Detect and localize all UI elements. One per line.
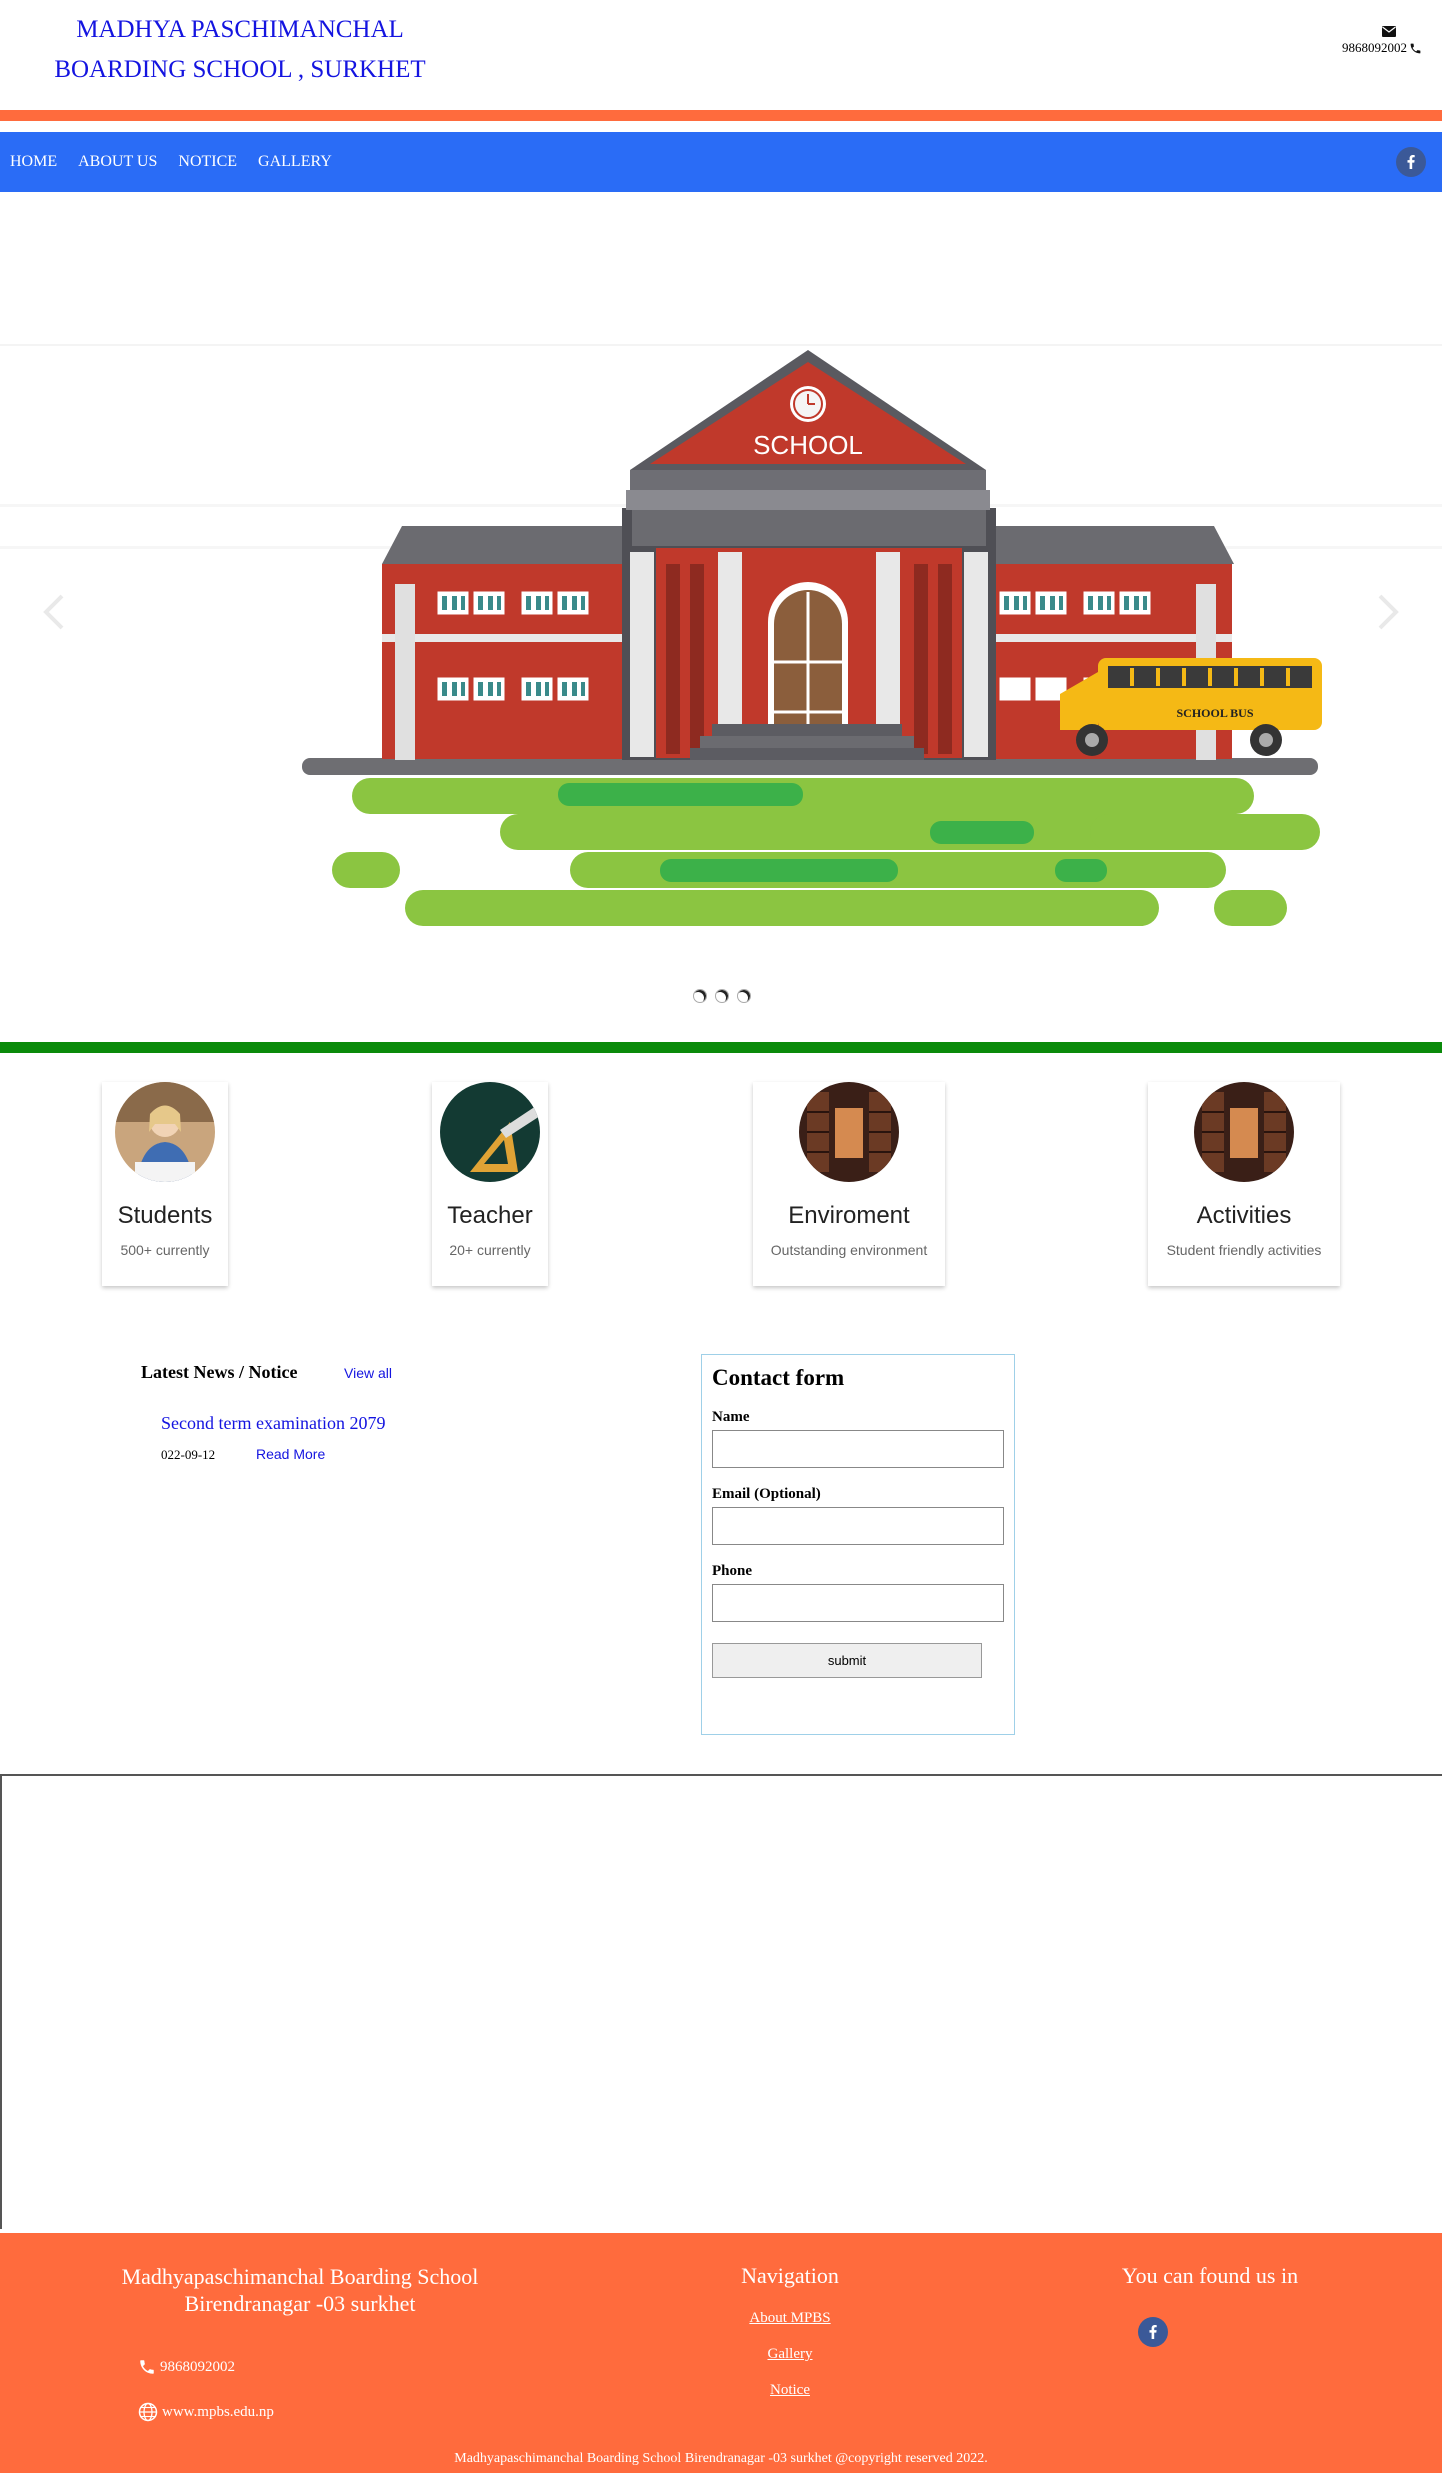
- phone-label: Phone: [712, 1563, 753, 1579]
- card-subtitle: Outstanding environment: [770, 1242, 928, 1258]
- news-item-title[interactable]: Second term examination 2079: [161, 1413, 385, 1434]
- hero-carousel[interactable]: SCHOOL SCHOOL BUS: [0, 192, 1442, 1042]
- footer-phone: 9868092002: [160, 2358, 235, 2375]
- carousel-next-button[interactable]: [1366, 592, 1406, 632]
- header-phone: 9868092002: [1342, 40, 1407, 55]
- main-navbar: HOME ABOUT US NOTICE GALLERY: [0, 132, 1442, 192]
- carousel-prev-button[interactable]: [36, 592, 76, 632]
- header-accent-bar: [0, 110, 1442, 121]
- facebook-icon: [1149, 2325, 1157, 2339]
- site-footer: Madhyapaschimanchal Boarding School Bire…: [0, 2233, 1442, 2473]
- footer-link-about[interactable]: About MPBS: [690, 2310, 890, 2327]
- footer-nav-title: Navigation: [741, 2263, 839, 2288]
- nav-facebook-button[interactable]: [1396, 147, 1426, 177]
- card-teacher: Teacher 20+ currently: [432, 1082, 548, 1286]
- phone-icon: [140, 2360, 154, 2374]
- school-name-line2: BOARDING SCHOOL , SURKHET: [54, 56, 426, 83]
- name-field[interactable]: [712, 1430, 1004, 1468]
- card-students: Students 500+ currently: [102, 1082, 228, 1286]
- nav-gallery[interactable]: GALLERY: [258, 153, 332, 171]
- card-title: Enviroment: [788, 1202, 910, 1229]
- chevron-right-icon: [1378, 594, 1399, 630]
- card-activities: Activities Student friendly activities: [1148, 1082, 1340, 1286]
- contact-form: Contact form Name Email (Optional) Phone…: [701, 1354, 1015, 1735]
- card-subtitle: 500+ currently: [120, 1242, 210, 1258]
- environment-avatar: [799, 1082, 899, 1182]
- news-item-date: 022-09-12: [161, 1447, 216, 1462]
- news-heading: Latest News / Notice: [141, 1362, 298, 1382]
- name-label: Name: [712, 1409, 750, 1425]
- card-subtitle: Student friendly activities: [1166, 1242, 1322, 1258]
- view-all-link[interactable]: View all: [344, 1365, 392, 1381]
- nav-home[interactable]: HOME: [10, 153, 57, 171]
- carousel-dot-3[interactable]: [737, 989, 751, 1003]
- carousel-dot-1[interactable]: [693, 989, 707, 1003]
- hero-divider-bar: [0, 1042, 1442, 1053]
- nav-notice[interactable]: NOTICE: [178, 153, 237, 171]
- footer-phone-row: 9868092002: [138, 2358, 235, 2376]
- card-subtitle: 20+ currently: [449, 1242, 531, 1258]
- email-label: Email (Optional): [712, 1486, 821, 1502]
- teacher-avatar: [440, 1082, 540, 1182]
- phone-field[interactable]: [712, 1584, 1004, 1622]
- nav-links: HOME ABOUT US NOTICE GALLERY: [10, 132, 332, 192]
- footer-website-row: www.mpbs.edu.np: [138, 2402, 274, 2422]
- footer-facebook-button[interactable]: [1138, 2317, 1168, 2347]
- school-illustration: SCHOOL SCHOOL BUS: [0, 344, 1442, 926]
- site-header: MADHYA PASCHIMANCHAL BOARDING SCHOOL , S…: [0, 0, 1442, 110]
- footer-website[interactable]: www.mpbs.edu.np: [162, 2404, 274, 2421]
- facebook-icon: [1407, 155, 1415, 169]
- chevron-left-icon: [43, 594, 64, 630]
- contact-form-title: Contact form: [712, 1365, 845, 1390]
- mail-icon[interactable]: [1382, 26, 1396, 37]
- footer-school-name: Madhyapaschimanchal Boarding School Bire…: [121, 2264, 479, 2316]
- submit-button[interactable]: submit: [712, 1643, 982, 1678]
- school-name-line1: MADHYA PASCHIMANCHAL: [76, 16, 404, 43]
- carousel-indicators: [693, 989, 751, 1003]
- globe-icon: [138, 2402, 158, 2422]
- school-sign: SCHOOL: [753, 430, 863, 460]
- header-contact: 9868092002: [1342, 26, 1422, 59]
- card-title: Teacher: [447, 1202, 533, 1229]
- footer-link-gallery[interactable]: Gallery: [690, 2346, 890, 2363]
- bus-sign: SCHOOL BUS: [1176, 706, 1253, 720]
- read-more-link[interactable]: Read More: [256, 1446, 325, 1462]
- school-name[interactable]: MADHYA PASCHIMANCHAL BOARDING SCHOOL , S…: [40, 10, 440, 90]
- activities-avatar: [1194, 1082, 1294, 1182]
- card-title: Students: [117, 1202, 213, 1229]
- footer-copyright: Madhyapaschimanchal Boarding School Bire…: [454, 2451, 988, 2466]
- footer-found-title: You can found us in: [1121, 2263, 1299, 2288]
- card-title: Activities: [1196, 1202, 1292, 1229]
- footer-link-notice[interactable]: Notice: [690, 2382, 890, 2399]
- phone-icon: [1410, 43, 1421, 53]
- nav-about-us[interactable]: ABOUT US: [78, 153, 157, 171]
- email-field[interactable]: [712, 1507, 1004, 1545]
- carousel-dot-2[interactable]: [715, 989, 729, 1003]
- map-embed[interactable]: [0, 1774, 1442, 2229]
- students-avatar: [115, 1082, 215, 1182]
- card-environment: Enviroment Outstanding environment: [753, 1082, 945, 1286]
